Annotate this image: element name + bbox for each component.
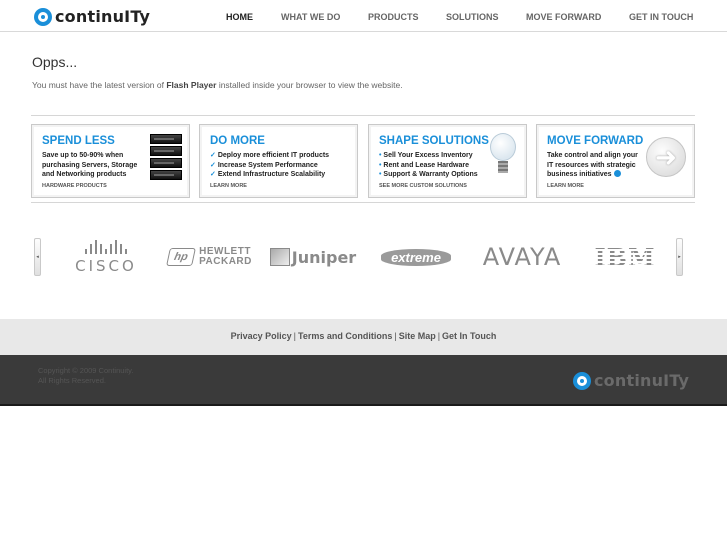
hp-badge-icon: hp bbox=[166, 248, 197, 266]
footer-links: Privacy Policy | Terms and Conditions | Site… bbox=[0, 319, 727, 355]
promo-line: • Support & Warranty Options bbox=[379, 171, 478, 178]
promo-line: Take control and align your bbox=[547, 152, 638, 159]
copyright: Copyright © 2009 Continuity. All Rights … bbox=[38, 366, 133, 386]
avaya-wordmark: AVAYA bbox=[482, 243, 562, 271]
promo-line: IT resources with strategic bbox=[547, 161, 636, 169]
nav-solutions[interactable]: SOLUTIONS bbox=[446, 12, 499, 22]
nav-move-forward[interactable]: MOVE FORWARD bbox=[526, 12, 601, 22]
nav-products[interactable]: PRODUCTS bbox=[368, 12, 419, 22]
nav-what-we-do[interactable]: WHAT WE DO bbox=[281, 12, 340, 22]
promo-body: • Sell Your Excess Inventory • Rent and … bbox=[379, 151, 478, 180]
divider-top bbox=[31, 115, 695, 116]
carousel-next-button[interactable]: ▸ bbox=[676, 238, 683, 276]
promo-body: ✓ Deploy more efficient IT products ✓ In… bbox=[210, 151, 329, 180]
checkmark-icon: ✓ bbox=[210, 161, 216, 169]
promo-body: Save up to 50-90% when purchasing Server… bbox=[42, 151, 137, 180]
notice-text: You must have the latest version of bbox=[32, 80, 167, 90]
rights-line: All Rights Reserved. bbox=[38, 376, 106, 385]
promo-line: purchasing Servers, Storage bbox=[42, 161, 138, 169]
promo-panel: MOVE FORWARD Take control and align your… bbox=[539, 127, 692, 195]
nav-home[interactable]: HOME bbox=[226, 12, 253, 22]
hardware-products-link[interactable]: HARDWARE PRODUCTS bbox=[42, 183, 107, 189]
promo-line: ✓ Increase System Performance bbox=[210, 161, 318, 169]
promo-title: SHAPE SOLUTIONS bbox=[379, 135, 489, 147]
partner-avaya[interactable]: AVAYA bbox=[478, 238, 566, 276]
hp-wordmark: HEWLETT PACKARD bbox=[199, 246, 252, 267]
juniper-mark-icon bbox=[269, 248, 290, 266]
bullet-icon: • bbox=[379, 171, 382, 178]
promo-move-forward[interactable]: MOVE FORWARD Take control and align your… bbox=[536, 124, 695, 198]
promo-line: ✓ Deploy more efficient IT products bbox=[210, 152, 330, 159]
partner-carousel: ◂ CISCO hp HEWLETT PACKARD Juniper extre… bbox=[0, 238, 727, 278]
arrow-right-icon: ➜ bbox=[646, 137, 686, 177]
bullet-icon: • bbox=[379, 161, 382, 169]
partner-juniper[interactable]: Juniper bbox=[269, 238, 357, 276]
promo-spend-less[interactable]: SPEND LESS Save up to 50-90% when purcha… bbox=[31, 124, 190, 198]
learn-more-link[interactable]: LEARN MORE bbox=[210, 183, 247, 189]
learn-more-link[interactable]: LEARN MORE bbox=[547, 183, 584, 189]
custom-solutions-link[interactable]: SEE MORE CUSTOM SOLUTIONS bbox=[379, 183, 467, 189]
extreme-wordmark: extreme bbox=[381, 248, 451, 266]
cisco-bars-icon bbox=[85, 239, 127, 254]
notice-text-end: installed inside your browser to view th… bbox=[216, 80, 403, 90]
copyright-line: Copyright © 2009 Continuity. bbox=[38, 366, 134, 375]
bullet-icon: • bbox=[379, 152, 382, 159]
promo-do-more[interactable]: DO MORE ✓ Deploy more efficient IT produ… bbox=[199, 124, 358, 198]
partner-cisco[interactable]: CISCO bbox=[68, 238, 144, 276]
server-stack-icon bbox=[150, 134, 182, 182]
checkmark-icon: ✓ bbox=[210, 152, 216, 159]
divider-bottom bbox=[31, 202, 695, 203]
promo-title: DO MORE bbox=[210, 135, 265, 147]
promo-body: Take control and align your IT resources… bbox=[547, 151, 638, 180]
logo-mark-icon bbox=[573, 371, 591, 390]
flash-notice: You must have the latest version of Flas… bbox=[32, 80, 403, 90]
site-header: continuITy HOME WHAT WE DO PRODUCTS SOLU… bbox=[0, 0, 727, 32]
partner-ibm[interactable]: IBM bbox=[594, 238, 656, 276]
promo-line: Save up to 50-90% when bbox=[42, 152, 124, 159]
link-separator: | bbox=[293, 331, 296, 341]
promo-panel: DO MORE ✓ Deploy more efficient IT produ… bbox=[202, 127, 355, 195]
promo-line: ✓ Extend Infrastructure Scalability bbox=[210, 171, 326, 178]
main-nav: HOME WHAT WE DO PRODUCTS SOLUTIONS MOVE … bbox=[0, 12, 727, 24]
privacy-policy-link[interactable]: Privacy Policy bbox=[231, 331, 292, 341]
promo-shape-solutions[interactable]: SHAPE SOLUTIONS • Sell Your Excess Inven… bbox=[368, 124, 527, 198]
promo-line: and Networking products bbox=[42, 171, 127, 178]
footer-logo-text: continuITy bbox=[594, 371, 690, 390]
link-separator: | bbox=[437, 331, 441, 341]
terms-link[interactable]: Terms and Conditions bbox=[298, 331, 392, 341]
carousel-prev-button[interactable]: ◂ bbox=[34, 238, 41, 276]
promo-title: MOVE FORWARD bbox=[547, 135, 644, 147]
checkmark-icon: ✓ bbox=[210, 171, 216, 178]
promo-line: • Sell Your Excess Inventory bbox=[379, 152, 473, 159]
promo-line: business initiatives bbox=[547, 170, 638, 180]
footer-bar: Copyright © 2009 Continuity. All Rights … bbox=[0, 355, 727, 406]
promo-panel: SPEND LESS Save up to 50-90% when purcha… bbox=[34, 127, 187, 195]
link-separator: | bbox=[394, 331, 397, 341]
site-map-link[interactable]: Site Map bbox=[399, 331, 436, 341]
page-title: Opps... bbox=[32, 54, 78, 70]
nav-get-in-touch[interactable]: GET IN TOUCH bbox=[629, 12, 693, 22]
promo-panel: SHAPE SOLUTIONS • Sell Your Excess Inven… bbox=[371, 127, 524, 195]
partner-extreme[interactable]: extreme bbox=[364, 238, 468, 276]
promo-title: SPEND LESS bbox=[42, 135, 115, 147]
flash-player-link: Flash Player bbox=[166, 80, 217, 90]
get-in-touch-link[interactable]: Get In Touch bbox=[442, 331, 496, 341]
cisco-wordmark: CISCO bbox=[75, 256, 137, 275]
juniper-wordmark: Juniper bbox=[291, 247, 357, 267]
partner-hp[interactable]: hp HEWLETT PACKARD bbox=[160, 238, 260, 276]
ibm-wordmark: IBM bbox=[594, 242, 656, 272]
footer-logo[interactable]: continuITy bbox=[573, 371, 689, 390]
lightbulb-icon bbox=[490, 133, 516, 177]
promo-line: • Rent and Lease Hardware bbox=[379, 161, 469, 169]
go-circle-icon bbox=[613, 170, 621, 177]
